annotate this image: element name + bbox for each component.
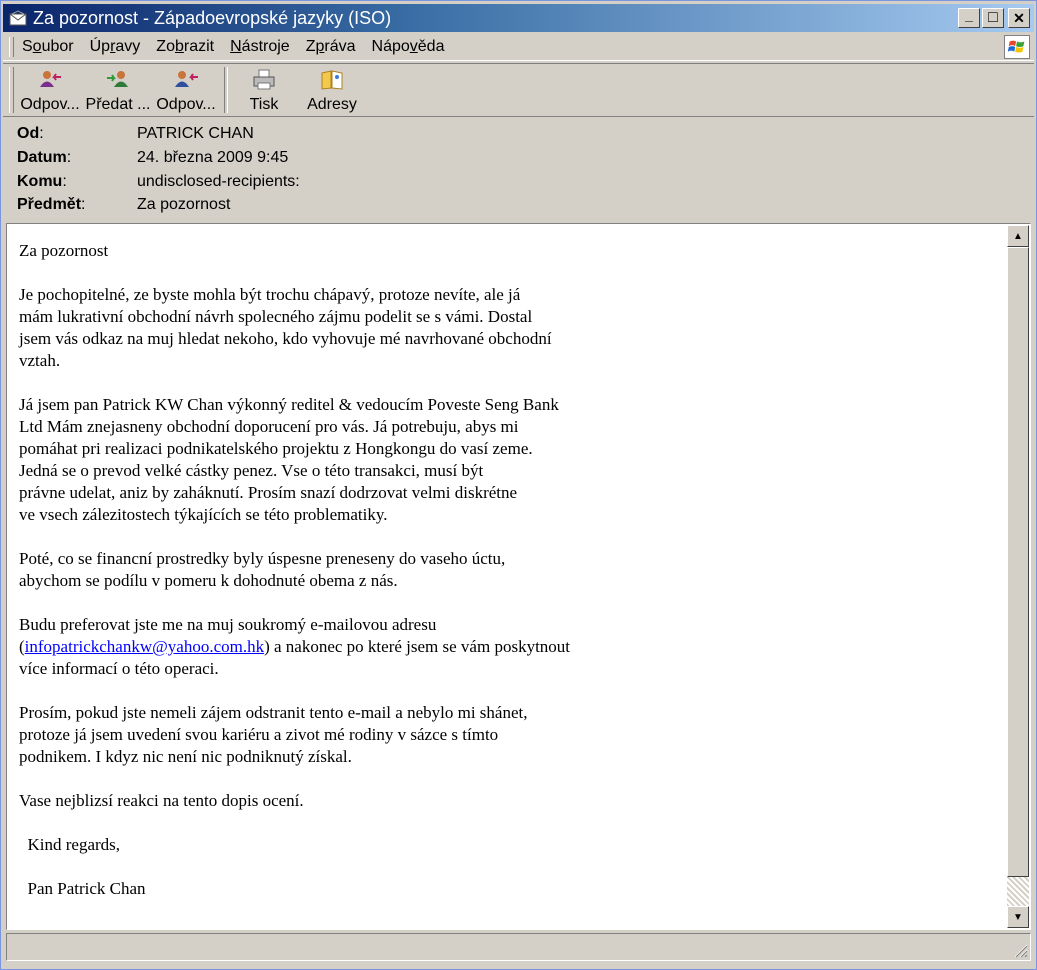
body-paragraph: Poté, co se financní prostredky byly úsp… (19, 549, 506, 590)
envelope-icon (9, 10, 27, 26)
reply-icon (40, 71, 61, 87)
to-label: Komu: (17, 173, 67, 191)
menu-napoveda-label-b: ěda (417, 38, 445, 55)
print-button[interactable]: Tisk (234, 64, 294, 114)
close-icon: ✕ (1013, 9, 1025, 26)
reply-all-label: Odpov... (156, 96, 216, 113)
menu-zobrazit-accesskey: b (174, 38, 184, 55)
menu-napoveda[interactable]: Nápověda (372, 38, 445, 56)
date-label-text: Datum (17, 149, 67, 166)
body-paragraph: Za pozornost (19, 241, 109, 260)
forward-button[interactable]: Předat ... (82, 64, 154, 114)
menu-upravy[interactable]: Úpravy (90, 38, 141, 56)
menu-soubor-accesskey: o (32, 38, 42, 55)
subject-value: Za pozornost (137, 196, 231, 213)
to-label-text: Komu (17, 173, 63, 190)
menu-zobrazit-label-b: razit (183, 38, 215, 55)
body-paragraph: Já jsem pan Patrick KW Chan výkonný redi… (19, 395, 559, 524)
addresses-button[interactable]: Adresy (294, 64, 370, 114)
body-paragraph: Vase nejblizsí reakci na tento dopis oce… (19, 791, 304, 810)
scroll-track[interactable] (1007, 877, 1029, 906)
menu-bar: Soubor Úpravy Zobrazit Nástroje Zpráva N… (3, 34, 1034, 61)
email-link[interactable]: infopatrickchankw@yahoo.com.hk (25, 637, 264, 656)
menu-zobrazit[interactable]: Zobrazit (156, 38, 214, 56)
subject-label: Předmět: (17, 196, 85, 214)
toolbar-grip[interactable] (9, 67, 14, 113)
close-button[interactable]: ✕ (1008, 8, 1030, 28)
resize-grip-icon[interactable] (1012, 942, 1028, 958)
from-label: Od: (17, 125, 44, 143)
menu-soubor-label-a: S (22, 38, 33, 55)
subject-label-colon: : (81, 196, 86, 213)
date-value: 24. března 2009 9:45 (137, 149, 289, 166)
minimize-button[interactable]: _ (958, 7, 980, 28)
maximize-button[interactable]: □ (982, 8, 1004, 28)
reply-all-button[interactable]: Odpov... (154, 64, 218, 114)
body-paragraph: Je pochopitelné, ze byste mohla být troc… (19, 285, 552, 370)
window-controls: _ □ ✕ (958, 7, 1030, 28)
message-body-pane[interactable]: Za pozornost Je pochopitelné, ze byste m… (6, 223, 1031, 930)
maximize-icon: □ (988, 9, 998, 26)
arrow-down-icon: ▼ (1013, 911, 1023, 923)
body-closing: Kind regards, (19, 835, 121, 854)
message-window: Za pozornost - Západoevropské jazyky (IS… (0, 0, 1037, 970)
arrow-up-icon: ▲ (1013, 230, 1023, 242)
menu-nastroje[interactable]: Nástroje (230, 38, 290, 56)
subject-label-text: Předmět (17, 196, 82, 213)
menu-nastroje-label-b: ástroje (241, 38, 290, 55)
menu-zprava-label-b: ráva (324, 38, 356, 55)
status-bar (6, 933, 1031, 961)
menu-soubor[interactable]: Soubor (22, 38, 74, 56)
vertical-scrollbar[interactable]: ▲ ▼ (1007, 225, 1029, 928)
menu-napoveda-label-a: Nápo (371, 38, 410, 55)
date-label-colon: : (66, 149, 72, 166)
menu-upravy-label-b: avy (115, 38, 141, 55)
body-signature: Pan Patrick Chan (19, 879, 146, 898)
to-label-colon: : (62, 173, 67, 190)
message-body: Za pozornost Je pochopitelné, ze byste m… (19, 240, 979, 922)
to-value: undisclosed-recipients: (137, 173, 300, 190)
scroll-thumb[interactable] (1007, 247, 1029, 877)
menu-zprava[interactable]: Zpráva (306, 38, 356, 56)
forward-label: Předat ... (85, 96, 151, 113)
address-book-icon (321, 70, 343, 90)
forward-icon (107, 71, 128, 87)
menu-upravy-label-a: Úp (89, 38, 111, 55)
window-title: Za pozornost - Západoevropské jazyky (IS… (33, 7, 392, 28)
title-bar[interactable]: Za pozornost - Západoevropské jazyky (IS… (3, 4, 1034, 32)
reply-button[interactable]: Odpov... (18, 64, 82, 114)
toolbar-separator (224, 67, 228, 113)
toolbar: Odpov... Předat ... Odpov... Tisk Adresy (3, 63, 1034, 117)
from-label-colon: : (39, 125, 44, 142)
menu-napoveda-accesskey: v (409, 38, 418, 55)
from-value: PATRICK CHAN (137, 125, 254, 142)
print-label: Tisk (249, 96, 279, 113)
body-paragraph-with-link: Budu preferovat jste me na muj soukromý … (19, 614, 979, 680)
menu-nastroje-accesskey: N (230, 38, 242, 55)
windows-logo-icon (1004, 35, 1030, 59)
printer-icon (253, 69, 275, 90)
addresses-label: Adresy (307, 96, 357, 113)
reply-label: Odpov... (20, 96, 80, 113)
scroll-up-button[interactable]: ▲ (1007, 225, 1029, 247)
date-label: Datum: (17, 149, 71, 167)
menu-grip[interactable] (9, 37, 14, 57)
menu-zobrazit-label-a: Zo (156, 38, 175, 55)
reply-all-icon (175, 71, 198, 87)
menu-soubor-label-b: ubor (41, 38, 74, 55)
message-headers: Od: PATRICK CHAN Datum: 24. března 2009 … (3, 118, 1034, 220)
from-label-text: Od (17, 125, 40, 142)
minimize-icon: _ (965, 7, 973, 23)
scroll-down-button[interactable]: ▼ (1007, 906, 1029, 928)
body-paragraph: Prosím, pokud jste nemeli zájem odstrani… (19, 703, 528, 766)
